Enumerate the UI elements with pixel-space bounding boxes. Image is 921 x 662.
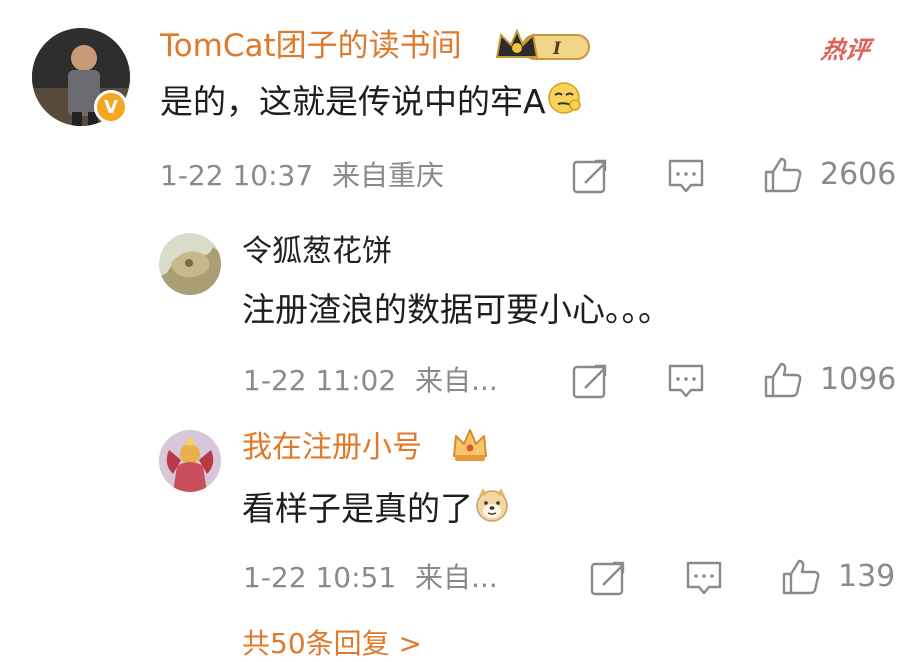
comment-text: 是的，这就是传说中的牢A [160, 80, 582, 127]
crown-icon [450, 426, 490, 468]
comment-time: 1-22 10:37 [160, 159, 314, 192]
like-count: 139 [838, 559, 896, 594]
thumbs-up-icon[interactable] [763, 360, 802, 398]
reply-time: 1-22 11:02 [243, 364, 397, 397]
reply-source: 来自... [415, 364, 498, 397]
reply-text: 看样子是真的了 [242, 486, 511, 535]
verified-v-icon: V [94, 90, 128, 124]
repost-icon[interactable] [571, 157, 609, 195]
doge-emoji-icon [473, 486, 511, 535]
repost-icon[interactable] [589, 559, 627, 597]
more-replies-link[interactable]: 共50条回复 > [242, 622, 422, 662]
reply-username[interactable]: 我在注册小号 [242, 428, 422, 468]
reply-source: 来自... [415, 561, 498, 594]
crown-icon: I [493, 27, 593, 65]
reply-avatar[interactable] [159, 430, 221, 492]
reply-time: 1-22 10:51 [243, 561, 397, 594]
like-count: 2606 [820, 157, 897, 192]
reply-username[interactable]: 令狐葱花饼 [242, 232, 392, 272]
comment-username[interactable]: TomCat团子的读书间 [160, 26, 462, 66]
reply-meta: 1-22 11:02 来自... [243, 363, 498, 399]
like-count: 1096 [820, 362, 897, 397]
smirk-emoji-icon [546, 80, 582, 127]
comment-icon[interactable] [667, 157, 705, 195]
hot-comment-badge: 热评 [819, 36, 873, 64]
reply-meta: 1-22 10:51 来自... [243, 560, 498, 596]
comment-text-content: 是的，这就是传说中的牢A [160, 82, 546, 121]
thumbs-up-icon[interactable] [781, 557, 820, 595]
comment-meta: 1-22 10:37 来自重庆 [160, 158, 444, 194]
badge-level: I [552, 39, 562, 59]
reply-text-content: 看样子是真的了 [242, 489, 473, 528]
repost-icon[interactable] [571, 362, 609, 400]
thumbs-up-icon[interactable] [763, 155, 802, 193]
comment-icon[interactable] [667, 362, 705, 400]
reply-avatar[interactable] [159, 233, 221, 295]
comment-icon[interactable] [685, 559, 723, 597]
comment-source: 来自重庆 [332, 159, 445, 192]
reply-text: 注册渣浪的数据可要小心。。。 [242, 290, 671, 329]
